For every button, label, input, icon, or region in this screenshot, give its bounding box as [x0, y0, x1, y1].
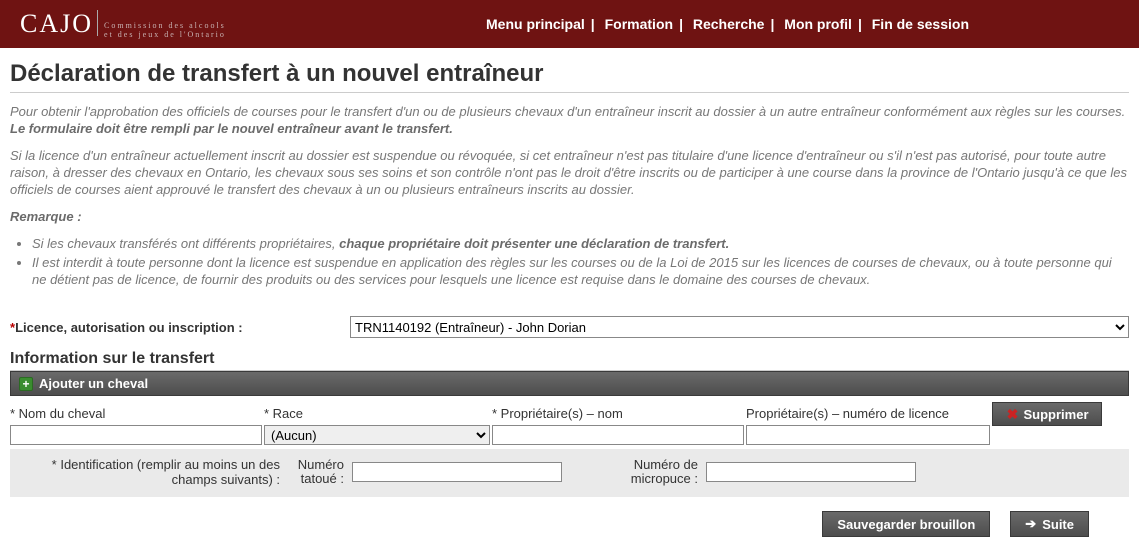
nav-logout[interactable]: Fin de session: [872, 16, 969, 32]
next-button[interactable]: ➔ Suite: [1010, 511, 1089, 537]
plus-icon: +: [19, 377, 33, 391]
transfer-info-heading: Information sur le transfert: [10, 350, 1129, 368]
top-bar: CAJO Commission des alcoolset des jeux de…: [0, 0, 1139, 48]
delete-icon: ✖: [1005, 407, 1019, 421]
microchip-label: Numéro de micropuce :: [618, 458, 698, 486]
owner-licence-input[interactable]: [746, 425, 990, 445]
col-owner-name-label: * Propriétaire(s) – nom: [492, 402, 744, 425]
licence-select[interactable]: TRN1140192 (Entraîneur) - John Dorian: [350, 316, 1129, 338]
col-breed-label: * Race: [264, 402, 490, 425]
nav-profile[interactable]: Mon profil: [784, 16, 852, 32]
col-horse-name-label: * Nom du cheval: [10, 402, 262, 425]
microchip-input[interactable]: [706, 462, 916, 482]
tattoo-input[interactable]: [352, 462, 562, 482]
breed-select[interactable]: (Aucun): [264, 425, 490, 445]
logo: CAJO Commission des alcoolset des jeux de…: [20, 9, 226, 39]
horse-row: * Nom du cheval * Race (Aucun) * Proprié…: [10, 402, 1129, 497]
identification-label: * Identification (remplir au moins un de…: [16, 457, 280, 487]
logo-text: CAJO: [20, 9, 93, 38]
owner-name-input[interactable]: [492, 425, 744, 445]
intro-text: Pour obtenir l'approbation des officiels…: [10, 103, 1129, 288]
save-draft-button[interactable]: Sauvegarder brouillon: [822, 511, 990, 537]
horse-name-input[interactable]: [10, 425, 262, 445]
add-horse-button[interactable]: + Ajouter un cheval: [10, 371, 1129, 396]
nav-main[interactable]: Menu principal: [486, 16, 585, 32]
main-nav: Menu principal| Formation| Recherche| Mo…: [486, 16, 969, 32]
logo-subtitle: Commission des alcoolset des jeux de l'O…: [104, 21, 226, 39]
page-title: Déclaration de transfert à un nouvel ent…: [10, 60, 1129, 88]
col-owner-licence-label: Propriétaire(s) – numéro de licence: [746, 402, 990, 425]
tattoo-label: Numéro tatoué :: [288, 458, 344, 486]
nav-training[interactable]: Formation: [605, 16, 673, 32]
delete-button[interactable]: ✖ Supprimer: [992, 402, 1102, 426]
nav-search[interactable]: Recherche: [693, 16, 765, 32]
licence-label: *Licence, autorisation ou inscription :: [10, 320, 350, 335]
arrow-right-icon: ➔: [1025, 516, 1036, 532]
